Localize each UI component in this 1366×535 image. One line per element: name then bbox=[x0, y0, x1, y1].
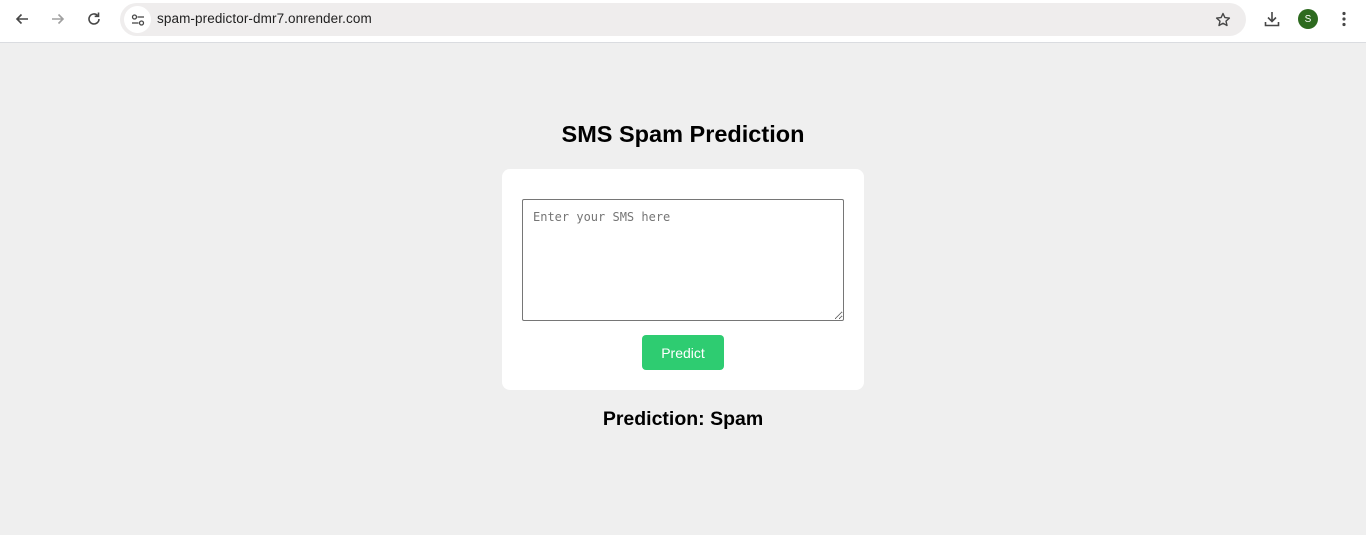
arrow-right-icon bbox=[52, 13, 65, 25]
reload-icon bbox=[88, 12, 100, 25]
page-title: SMS Spam Prediction bbox=[561, 121, 805, 147]
star-icon bbox=[1215, 12, 1231, 27]
downloads-button[interactable] bbox=[1257, 4, 1287, 34]
page-content: SMS Spam Prediction Predict Prediction: … bbox=[0, 44, 1366, 535]
address-bar[interactable]: spam-predictor-dmr7.onrender.com bbox=[120, 3, 1246, 36]
more-vertical-icon bbox=[1342, 11, 1346, 27]
profile-avatar[interactable]: S bbox=[1298, 9, 1318, 29]
browser-menu-button[interactable] bbox=[1329, 4, 1359, 34]
browser-toolbar: spam-predictor-dmr7.onrender.com S bbox=[0, 0, 1366, 43]
sms-input[interactable] bbox=[522, 199, 844, 321]
url-text[interactable]: spam-predictor-dmr7.onrender.com bbox=[157, 11, 372, 26]
bookmark-button[interactable] bbox=[1210, 7, 1236, 33]
predict-button[interactable]: Predict bbox=[642, 335, 724, 370]
tune-icon bbox=[131, 13, 144, 26]
forward-button[interactable] bbox=[43, 4, 73, 34]
prediction-form-card: Predict bbox=[502, 169, 864, 390]
arrow-left-icon bbox=[15, 13, 28, 25]
prediction-result: Prediction: Spam bbox=[602, 408, 764, 430]
site-info-button[interactable] bbox=[124, 6, 151, 33]
download-icon bbox=[1264, 12, 1280, 27]
back-button[interactable] bbox=[7, 4, 37, 34]
reload-button[interactable] bbox=[79, 4, 109, 34]
